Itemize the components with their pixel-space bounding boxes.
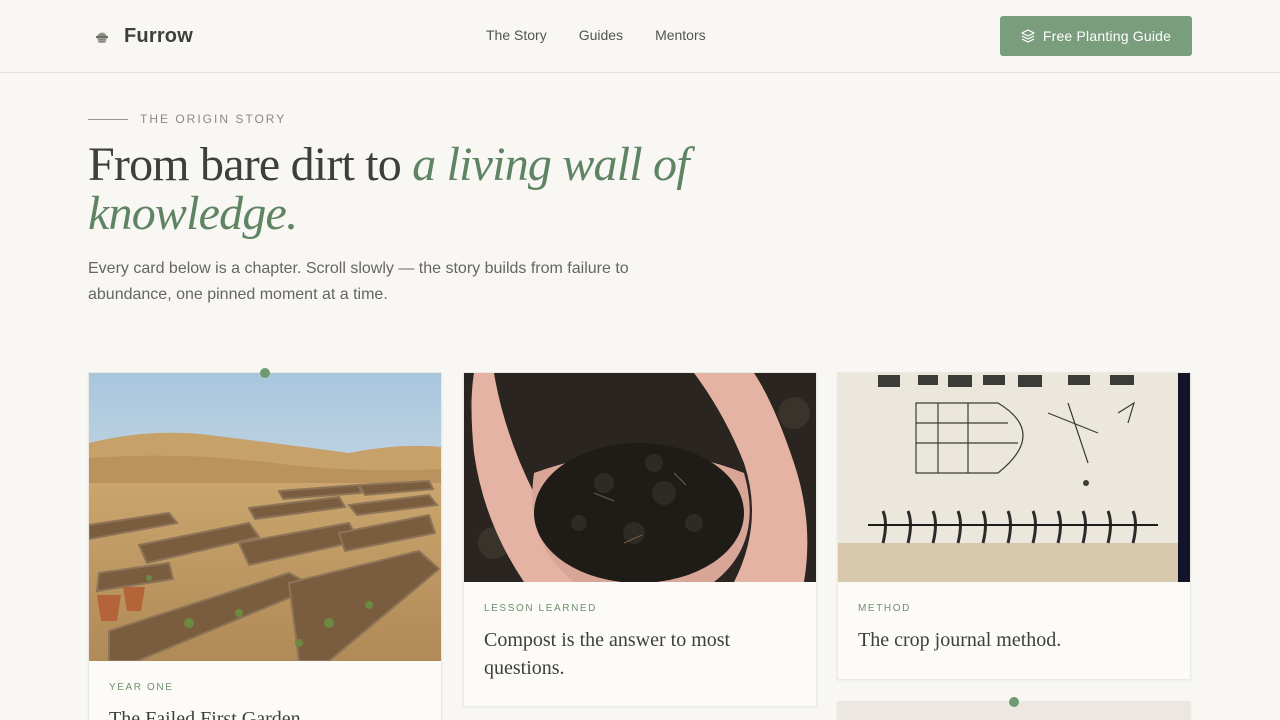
- card-tag: LESSON LEARNED: [484, 603, 597, 614]
- cta-label: Free Planting Guide: [1042, 28, 1172, 44]
- card-tag: YEAR ONE: [109, 682, 174, 693]
- card-title: The crop journal method.: [858, 629, 1062, 651]
- pin-icon: [260, 368, 270, 378]
- card-body: LESSON LEARNED Compost is the answer to …: [464, 582, 816, 702]
- card-title: The Failed First Garden: [109, 708, 301, 720]
- seedling-pot-icon: [96, 32, 108, 43]
- story-card-year-one[interactable]: YEAR ONE The Failed First Garden: [88, 372, 442, 720]
- card-title: Compost is the answer to most questions.: [484, 629, 731, 679]
- eyebrow-divider: [88, 118, 128, 120]
- pin-icon: [1009, 697, 1019, 707]
- eyebrow-text: THE ORIGIN STORY: [140, 112, 287, 126]
- brand-logo-link[interactable]: Furrow: [92, 22, 193, 50]
- story-card-lesson-learned[interactable]: LESSON LEARNED Compost is the answer to …: [463, 372, 817, 707]
- nav-link-guides[interactable]: Guides: [579, 27, 623, 43]
- card-tag: METHOD: [858, 603, 911, 614]
- story-card-method[interactable]: METHOD The crop journal method.: [837, 372, 1191, 680]
- card-body: METHOD The crop journal method.: [838, 582, 1190, 674]
- brand-name: Furrow: [124, 24, 193, 47]
- nav-link-mentors[interactable]: Mentors: [655, 27, 706, 43]
- site-header: Furrow The Story Guides Mentors Free Pla…: [0, 0, 1280, 73]
- notebook-garden-sketch-photo: [838, 373, 1190, 582]
- nav-link-the-story[interactable]: The Story: [486, 27, 547, 43]
- section-eyebrow: THE ORIGIN STORY: [88, 112, 286, 126]
- card-body: YEAR ONE The Failed First Garden: [89, 661, 441, 720]
- hero-headline: From bare dirt to a living wall of knowl…: [88, 140, 708, 238]
- hero-lede: Every card below is a chapter. Scroll sl…: [88, 260, 629, 303]
- layers-icon: [1021, 29, 1035, 43]
- free-planting-guide-button[interactable]: Free Planting Guide: [1000, 16, 1192, 56]
- dry-raised-garden-beds-photo: [89, 373, 441, 661]
- headline-plain: From bare dirt to: [88, 138, 413, 191]
- main-nav: The Story Guides Mentors: [486, 27, 738, 43]
- hands-holding-compost-photo: [464, 373, 816, 582]
